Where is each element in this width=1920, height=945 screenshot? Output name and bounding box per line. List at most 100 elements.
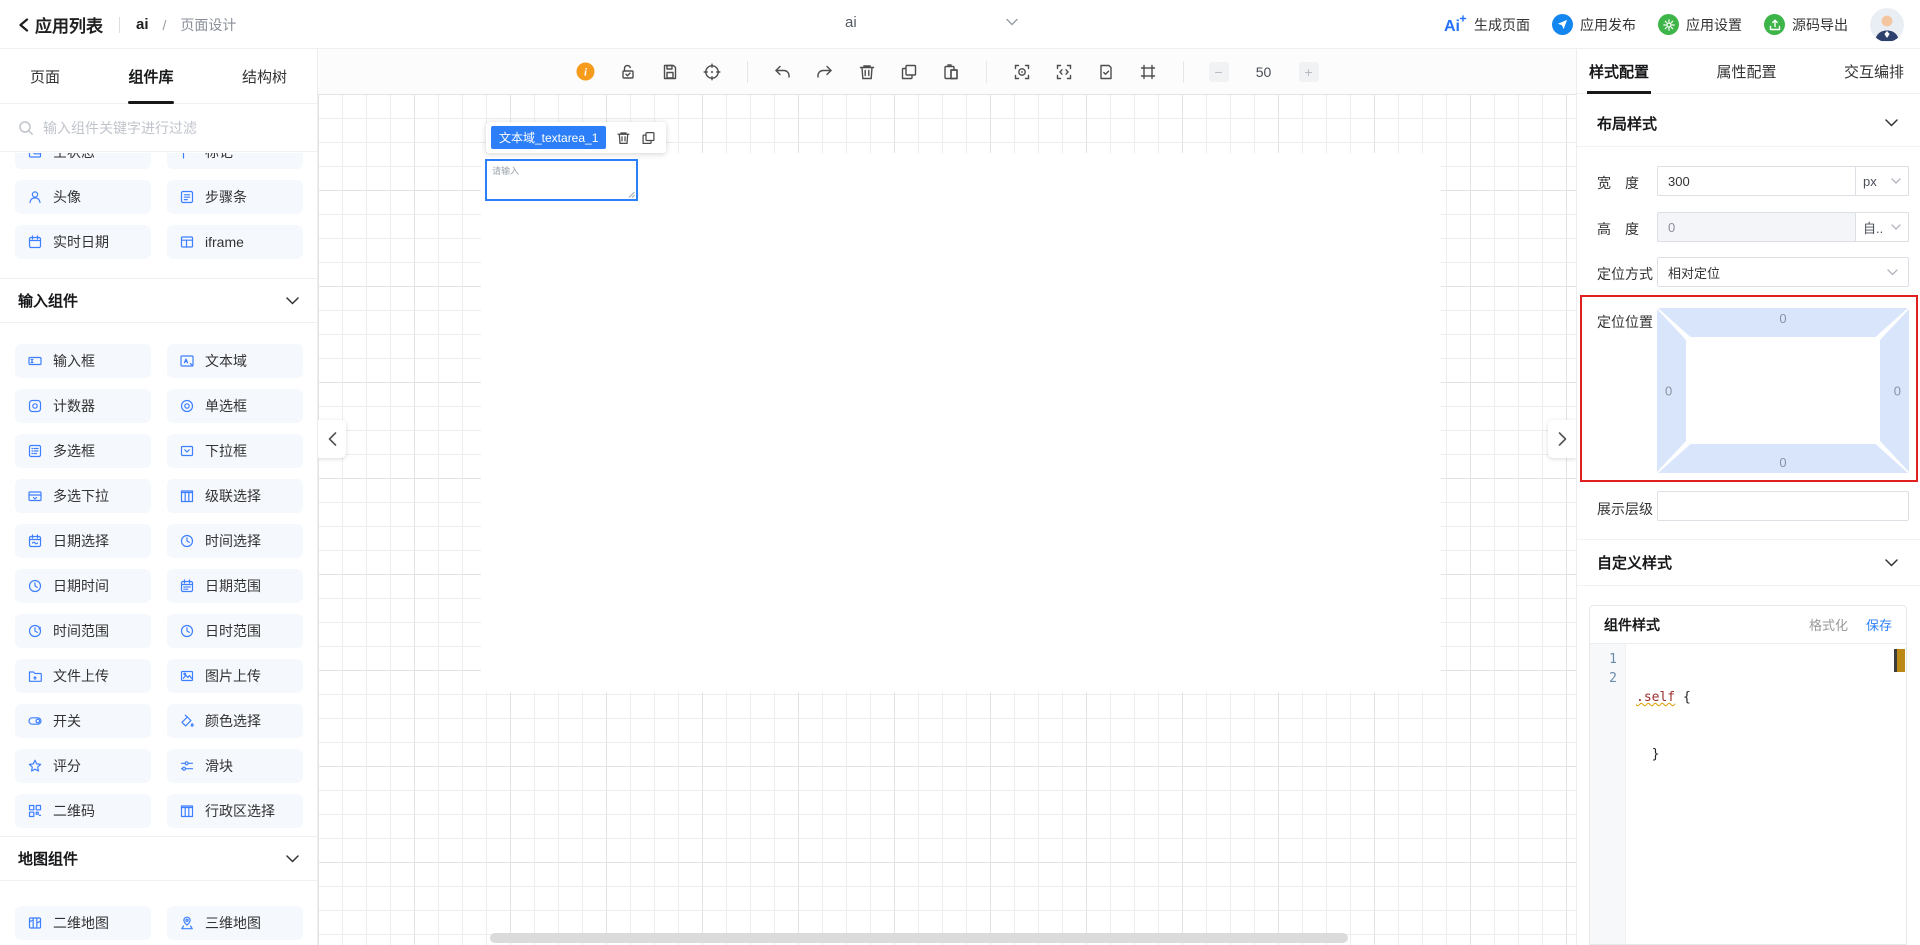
offset-left-value[interactable]: 0: [1665, 383, 1672, 398]
toolbar-divider: [1182, 60, 1184, 83]
component-file-upload[interactable]: 文件上传: [15, 659, 151, 693]
component-library-panel: 页面 组件库 结构树 空状态 标记 头像 步骤条 实时日期 iframe 输入组…: [0, 49, 318, 945]
trash-icon[interactable]: [857, 62, 877, 82]
component-datetime[interactable]: 日期时间: [15, 569, 151, 603]
canvas-grid[interactable]: 文本域_textarea_1 请输入: [318, 94, 1576, 945]
iframe-icon: [179, 234, 195, 250]
css-code-editor[interactable]: 1 2 .self { }: [1590, 644, 1906, 944]
component-rate[interactable]: 评分: [15, 749, 151, 783]
collapse-right-panel-handle[interactable]: [1548, 420, 1576, 458]
crop-icon[interactable]: [1138, 62, 1158, 82]
tab-structure-tree[interactable]: 结构树: [242, 49, 287, 104]
focus-scan-icon[interactable]: [1012, 62, 1032, 82]
zoom-in-button[interactable]: +: [1298, 61, 1319, 82]
search-input[interactable]: [43, 119, 283, 136]
action-label: 应用设置: [1686, 16, 1742, 33]
resize-handle-icon[interactable]: [628, 191, 635, 198]
collapse-left-panel-handle[interactable]: [318, 420, 346, 458]
section-custom-style[interactable]: 自定义样式: [1577, 539, 1920, 586]
component-3d-map[interactable]: 三维地图: [167, 906, 303, 940]
component-avatar[interactable]: 头像: [15, 180, 151, 214]
unlock-check-icon[interactable]: [618, 62, 638, 82]
duplicate-component-icon[interactable]: [641, 130, 656, 146]
component-marker[interactable]: 标记: [167, 153, 303, 169]
component-radio[interactable]: 单选框: [167, 389, 303, 423]
component-date-range[interactable]: 日期范围: [167, 569, 303, 603]
tab-components[interactable]: 组件库: [128, 49, 174, 104]
dateselect-icon: [27, 533, 43, 549]
component-region-select[interactable]: 行政区选择: [167, 794, 303, 828]
paste-icon[interactable]: [941, 62, 961, 82]
breadcrumb-app[interactable]: ai: [136, 16, 149, 33]
export-code-button[interactable]: 源码导出: [1764, 14, 1848, 35]
offset-right-value[interactable]: 0: [1894, 383, 1901, 398]
tab-style-config[interactable]: 样式配置: [1587, 49, 1652, 94]
tab-pages[interactable]: 页面: [30, 49, 60, 104]
publish-app-button[interactable]: 应用发布: [1552, 14, 1636, 35]
component-cascader[interactable]: 级联选择: [167, 479, 303, 513]
save-icon[interactable]: [660, 62, 680, 82]
topbar: 应用列表 ai / 页面设计 ai Ai 生成页面 应用发布 应用设置 源码导出: [0, 0, 1920, 49]
component-time-picker[interactable]: 时间选择: [167, 524, 303, 558]
component-select[interactable]: 下拉框: [167, 434, 303, 468]
code-content[interactable]: .self { }: [1626, 644, 1892, 944]
textarea-widget[interactable]: 请输入: [485, 159, 638, 201]
section-layout-style[interactable]: 布局样式: [1577, 100, 1920, 147]
page-select[interactable]: ai: [845, 14, 857, 31]
component-counter[interactable]: 计数器: [15, 389, 151, 423]
save-style-button[interactable]: 保存: [1866, 615, 1892, 634]
user-avatar[interactable]: [1870, 7, 1904, 42]
width-unit-select[interactable]: px: [1855, 166, 1909, 196]
overview-ruler[interactable]: [1893, 646, 1905, 942]
info-icon[interactable]: i: [576, 62, 596, 82]
component-steps[interactable]: 步骤条: [167, 180, 303, 214]
component-style-card: 组件样式 格式化 保存 1 2 .self { }: [1589, 605, 1907, 945]
component-textarea[interactable]: 文本域: [167, 344, 303, 378]
back-to-app-list-button[interactable]: 应用列表: [18, 12, 103, 37]
component-time-range[interactable]: 时间范围: [15, 614, 151, 648]
horizontal-scrollbar[interactable]: [490, 933, 1348, 943]
component-date-picker[interactable]: 日期选择: [15, 524, 151, 558]
component-multi-select[interactable]: 多选下拉: [15, 479, 151, 513]
section-map-components[interactable]: 地图组件: [0, 836, 317, 881]
clock-icon: [179, 623, 195, 639]
app-settings-button[interactable]: 应用设置: [1658, 14, 1742, 35]
height-input[interactable]: 0: [1657, 212, 1855, 242]
send-icon: [1552, 14, 1573, 35]
component-switch[interactable]: 开关: [15, 704, 151, 738]
zoom-out-button[interactable]: −: [1208, 61, 1229, 82]
offset-bottom-value[interactable]: 0: [1779, 455, 1786, 470]
generate-page-button[interactable]: Ai 生成页面: [1443, 14, 1530, 36]
offset-top-value[interactable]: 0: [1779, 311, 1786, 326]
height-unit-select[interactable]: 自..: [1855, 212, 1909, 242]
sidebar-tabs: 页面 组件库 结构树: [0, 49, 317, 104]
component-qrcode[interactable]: 二维码: [15, 794, 151, 828]
section-input-components[interactable]: 输入组件: [0, 278, 317, 323]
copy-icon[interactable]: [899, 62, 919, 82]
page-artboard[interactable]: [481, 153, 1441, 692]
component-datetime-range[interactable]: 日时范围: [167, 614, 303, 648]
selected-component-name[interactable]: 文本域_textarea_1: [491, 126, 607, 149]
width-input[interactable]: 300: [1657, 166, 1855, 196]
component-iframe[interactable]: iframe: [167, 225, 303, 259]
target-icon[interactable]: [702, 62, 722, 82]
undo-icon[interactable]: [773, 62, 793, 82]
position-mode-select[interactable]: 相对定位: [1657, 257, 1909, 287]
component-2d-map[interactable]: 二维地图: [15, 906, 151, 940]
component-checkbox[interactable]: 多选框: [15, 434, 151, 468]
redo-icon[interactable]: [815, 62, 835, 82]
component-color-picker[interactable]: 颜色选择: [167, 704, 303, 738]
component-live-date[interactable]: 实时日期: [15, 225, 151, 259]
component-image-upload[interactable]: 图片上传: [167, 659, 303, 693]
tab-interaction-config[interactable]: 交互编排: [1842, 49, 1906, 94]
code-scan-icon[interactable]: [1054, 62, 1074, 82]
tab-property-config[interactable]: 属性配置: [1714, 49, 1778, 94]
chevron-down-icon[interactable]: [1006, 18, 1018, 26]
zindex-input[interactable]: [1657, 491, 1909, 521]
format-button[interactable]: 格式化: [1809, 615, 1848, 634]
component-slider[interactable]: 滑块: [167, 749, 303, 783]
component-empty-state[interactable]: 空状态: [15, 153, 151, 169]
delete-component-icon[interactable]: [616, 130, 631, 146]
component-input[interactable]: 输入框: [15, 344, 151, 378]
doc-check-icon[interactable]: [1096, 62, 1116, 82]
